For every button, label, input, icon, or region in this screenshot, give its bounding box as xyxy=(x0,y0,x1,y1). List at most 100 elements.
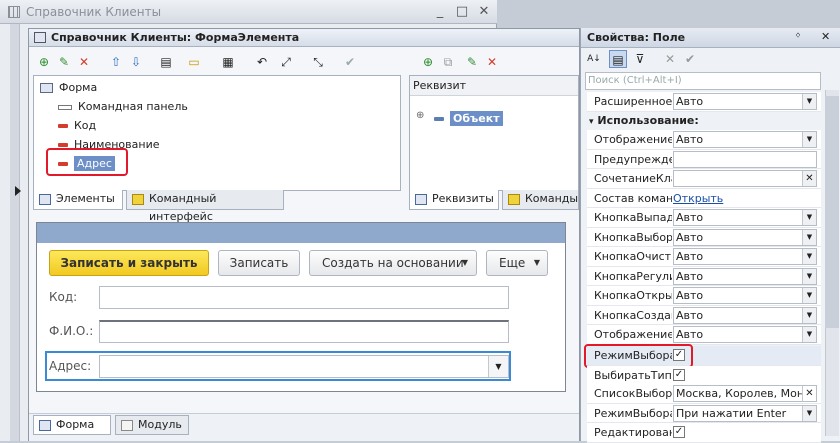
resize-icon[interactable]: ⤢ xyxy=(277,53,295,71)
edit-icon[interactable]: ✎ xyxy=(55,53,73,71)
undo-icon[interactable]: ↶ xyxy=(253,53,271,71)
dropdown-arrow-icon[interactable]: ▼ xyxy=(802,405,816,421)
fio-field[interactable] xyxy=(99,320,509,343)
object-node[interactable]: Объект xyxy=(434,111,503,126)
prop-row[interactable]: КнопкаОчистк Авто ▼ xyxy=(587,247,821,267)
prop-row[interactable]: Предупрежде xyxy=(587,149,821,169)
tree-item-code[interactable]: Код xyxy=(58,116,96,135)
dropdown-arrow-icon[interactable]: ▼ xyxy=(802,210,816,225)
outer-title-bar: Справочник Клиенты _ □ ✕ xyxy=(0,0,497,24)
move-up-icon[interactable]: ⇧ xyxy=(107,53,125,71)
expand-arrow-icon[interactable] xyxy=(15,186,21,196)
tab-module[interactable]: Модуль xyxy=(115,415,189,435)
form-settings-icon[interactable]: ▤ xyxy=(157,53,175,71)
tree-root[interactable]: Форма xyxy=(40,78,97,97)
bottom-tab-bar xyxy=(29,413,579,441)
group-icon[interactable]: ▭ xyxy=(185,53,203,71)
address-field[interactable]: ▼ xyxy=(99,355,509,378)
designer-title: Справочник Клиенты: ФормаЭлемента xyxy=(51,31,300,44)
sort-az-icon[interactable]: A↓ xyxy=(585,50,603,68)
categories-icon[interactable]: ▤ xyxy=(609,50,627,68)
prop-row[interactable]: Отображение Авто ▼ xyxy=(587,130,821,150)
address-dropdown-icon[interactable]: ▼ xyxy=(488,356,508,377)
add-icon[interactable]: ⊕ xyxy=(35,53,53,71)
prop-row[interactable]: СписокВыбора Москва, Королев, Мон ✕ xyxy=(587,384,821,404)
module-tab-icon xyxy=(121,420,133,431)
check-icon[interactable]: ✔ xyxy=(341,53,359,71)
create-based-on-button[interactable]: Создать на основании ▼ xyxy=(309,250,477,276)
open-commands-link[interactable]: Открыть xyxy=(673,189,723,208)
object-icon xyxy=(434,117,444,121)
apply-icon[interactable]: ✔ xyxy=(681,50,699,68)
clear-icon[interactable]: ✕ xyxy=(802,386,816,401)
address-label: Адрес: xyxy=(49,359,92,373)
dropdown-arrow-icon[interactable]: ▼ xyxy=(802,307,816,323)
clear-icon[interactable]: ✕ xyxy=(802,171,816,186)
code-field[interactable] xyxy=(99,286,509,309)
copy-icon[interactable]: ⧉ xyxy=(439,53,457,71)
scrollbar-thumb[interactable] xyxy=(825,96,839,328)
form-node-icon xyxy=(40,83,53,93)
properties-title-bar: Свойства: Поле ᛜ ✕ xyxy=(581,28,840,48)
move-down-icon[interactable]: ⇩ xyxy=(127,53,145,71)
properties-search-input[interactable]: Поиск (Ctrl+Alt+I) xyxy=(585,72,821,90)
elements-tree: Форма Командная панель Код Наименование … xyxy=(33,75,401,191)
collapse-icon[interactable]: ▾ xyxy=(589,117,594,127)
dropdown-arrow-icon[interactable]: ▼ xyxy=(802,268,816,284)
prop-row[interactable]: КнопкаРегули Авто ▼ xyxy=(587,266,821,286)
prop-row[interactable]: СочетаниеКла ✕ xyxy=(587,169,821,189)
tab-command-interface[interactable]: Командный интерфейс xyxy=(126,190,284,223)
layout-icon[interactable]: ▦ xyxy=(219,53,237,71)
dropdown-arrow-icon[interactable]: ▼ xyxy=(802,94,816,109)
tab-form[interactable]: Форма xyxy=(33,415,111,435)
minimize-button[interactable]: _ xyxy=(432,4,448,20)
save-button[interactable]: Записать xyxy=(218,250,300,276)
prop-row[interactable]: КнопкаВыбора Авто ▼ xyxy=(587,227,821,247)
prop-row[interactable]: Редактирован ✓ xyxy=(587,423,821,443)
prop-row[interactable]: ВыбиратьТип ✓ xyxy=(587,366,821,386)
expand-icon[interactable]: ⤡ xyxy=(309,53,327,71)
tab-elements[interactable]: Элементы xyxy=(33,190,123,210)
pin-icon[interactable]: ᛜ xyxy=(795,31,801,42)
highlight-selection-mode xyxy=(584,344,693,368)
commands-tab-icon xyxy=(508,194,520,205)
maximize-button[interactable]: □ xyxy=(454,4,470,20)
save-and-close-button[interactable]: Записать и закрыть xyxy=(49,250,209,276)
command-panel-icon xyxy=(58,104,72,110)
delete-icon[interactable]: ✕ xyxy=(75,53,93,71)
form-tab-icon xyxy=(39,420,51,431)
prop-row[interactable]: КнопкаОткры Авто ▼ xyxy=(587,286,821,306)
prop-row[interactable]: Расширенное Авто ▼ xyxy=(587,92,821,112)
choose-type-checkbox[interactable]: ✓ xyxy=(673,369,685,381)
form-icon xyxy=(34,32,46,43)
prop-row[interactable]: Состав коман Открыть xyxy=(587,188,821,208)
filter-icon[interactable]: ⊽ xyxy=(631,50,649,68)
close-button[interactable]: ✕ xyxy=(476,4,492,20)
edit-requisite-icon[interactable]: ✎ xyxy=(463,53,481,71)
more-button[interactable]: Еще ▼ xyxy=(486,250,548,276)
section-use[interactable]: ▾ Использование: xyxy=(587,112,821,130)
tab-requisites[interactable]: Реквизиты xyxy=(409,190,499,210)
add-requisite-icon[interactable]: ⊕ xyxy=(419,53,437,71)
command-interface-icon xyxy=(132,194,144,205)
delete-requisite-icon[interactable]: ✕ xyxy=(483,53,501,71)
tree-item-command-panel[interactable]: Командная панель xyxy=(58,97,188,116)
tab-commands[interactable]: Команды xyxy=(502,190,579,210)
properties-panel: Свойства: Поле ᛜ ✕ A↓ ▤ ⊽ ✕ ✔ Поиск (Ctr… xyxy=(580,28,840,443)
dropdown-arrow-icon[interactable]: ▼ xyxy=(802,249,816,264)
requisites-header: Реквизит xyxy=(410,76,578,96)
expand-node-icon[interactable]: ⊕ xyxy=(416,110,424,121)
cancel-icon[interactable]: ✕ xyxy=(661,50,679,68)
prop-row[interactable]: КнопкаСоздан Авто ▼ xyxy=(587,305,821,325)
dropdown-arrow-icon[interactable]: ▼ xyxy=(802,132,816,147)
dropdown-arrow-icon[interactable]: ▼ xyxy=(802,229,816,245)
left-panel-strip xyxy=(10,24,20,441)
close-properties-button[interactable]: ✕ xyxy=(821,30,830,43)
editing-checkbox[interactable]: ✓ xyxy=(673,426,685,438)
prop-row[interactable]: Отображение Авто ▼ xyxy=(587,325,821,345)
prop-row[interactable]: КнопкаВыпад Авто ▼ xyxy=(587,208,821,228)
prop-row[interactable]: РежимВыбора При нажатии Enter ▼ xyxy=(587,403,821,423)
dropdown-arrow-icon[interactable]: ▼ xyxy=(802,327,816,342)
dropdown-arrow-icon[interactable]: ▼ xyxy=(802,288,816,303)
fio-label: Ф.И.О.: xyxy=(49,324,94,338)
